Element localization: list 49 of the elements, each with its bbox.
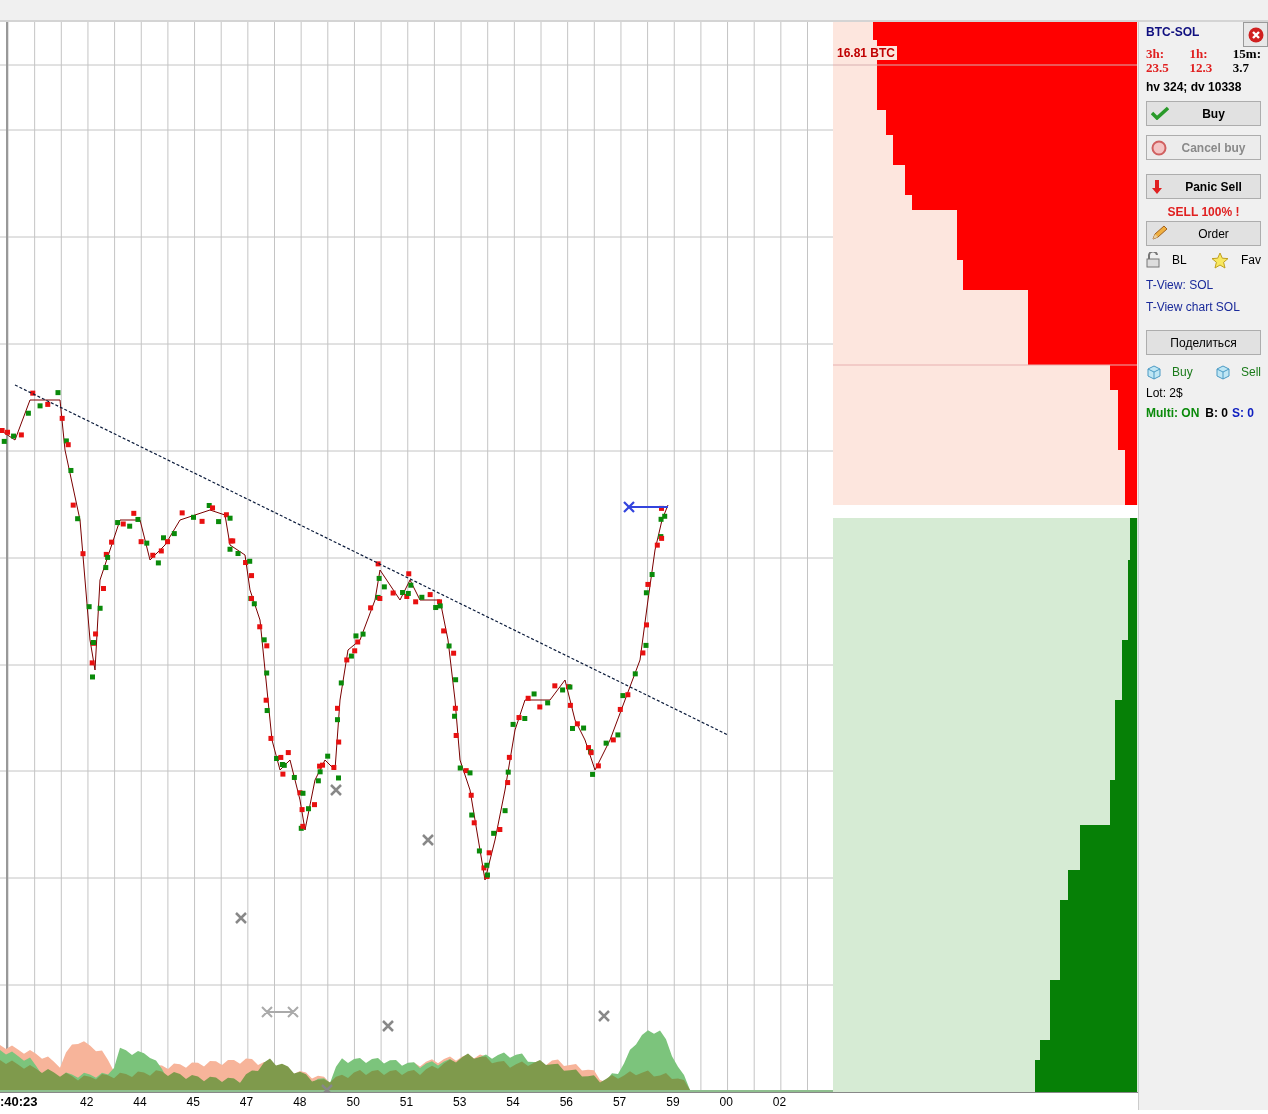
axis-label: 48 — [292, 1093, 308, 1111]
volume-info: hv 324; dv 10338 — [1146, 79, 1243, 96]
axis-label: 54 — [505, 1093, 521, 1111]
axis-label: 44 — [132, 1093, 148, 1111]
order-book-label: 16.81 BTC — [835, 46, 898, 60]
axis-label: :40:23 — [0, 1092, 39, 1111]
buy-count: B: 0 — [1205, 405, 1228, 422]
padlock-icon — [1146, 252, 1160, 268]
toggle-label[interactable]: Fav — [1241, 251, 1261, 269]
pair-title: BTC-SOL — [1146, 24, 1200, 41]
stat-label: 1h: — [1189, 47, 1209, 61]
axis-label: 47 — [238, 1093, 255, 1111]
sell-count: S: 0 — [1232, 405, 1254, 422]
cube-icon — [1146, 364, 1162, 380]
stat-value: 23.5 — [1146, 61, 1169, 75]
lot-size: Lot: 2$ — [1146, 385, 1184, 402]
axis-label: 53 — [452, 1093, 468, 1111]
axis-label: 57 — [611, 1093, 628, 1111]
axis-label: 50 — [345, 1093, 361, 1111]
share-button[interactable]: Поделиться — [1146, 330, 1261, 355]
sell-warning: SELL 100% ! — [1166, 204, 1241, 219]
tradingview-link[interactable]: T-View: SOL — [1146, 276, 1261, 294]
toggle-label[interactable]: BL — [1172, 251, 1187, 269]
tradingview-link[interactable]: T-View chart SOL — [1146, 298, 1261, 316]
down-arrow-icon — [1151, 179, 1163, 195]
axis-label: 45 — [185, 1093, 201, 1111]
cube-icon — [1215, 364, 1231, 380]
quick-trade-link[interactable]: Buy — [1172, 363, 1193, 381]
multi-status: Multi: ON — [1146, 405, 1200, 422]
close-button[interactable] — [1243, 22, 1268, 47]
quick-trade-link[interactable]: Sell — [1241, 363, 1261, 381]
panic-button[interactable]: Panic Sell — [1146, 174, 1261, 199]
stat-value: 3.7 — [1232, 61, 1251, 75]
axis-label: 56 — [558, 1093, 574, 1111]
stop-icon — [1151, 140, 1167, 156]
buy-button[interactable]: Buy — [1146, 101, 1261, 126]
stat-label: 15m: — [1232, 47, 1261, 61]
star-icon — [1211, 251, 1229, 269]
axis-label: 51 — [398, 1093, 415, 1111]
checkmark-icon — [1151, 106, 1169, 120]
axis-label: 02 — [771, 1093, 788, 1111]
stat-label: 3h: — [1146, 47, 1166, 61]
stat-value: 12.3 — [1189, 61, 1213, 75]
axis-label: 00 — [718, 1093, 734, 1111]
axis-label: 59 — [665, 1093, 681, 1111]
close-icon — [1247, 26, 1264, 43]
pencil-icon — [1151, 225, 1169, 241]
axis-label: 42 — [78, 1093, 95, 1111]
order-button[interactable]: Order — [1146, 221, 1261, 246]
